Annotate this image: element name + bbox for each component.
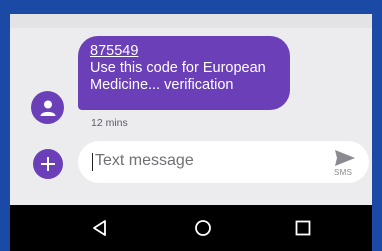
back-icon[interactable] <box>91 219 109 237</box>
message-input-placeholder: Text message <box>95 152 194 169</box>
message-bubble[interactable]: 875549 Use this code for European Medici… <box>78 36 290 110</box>
system-navigation-bar <box>10 205 372 251</box>
plus-icon <box>41 157 55 171</box>
sender-avatar[interactable] <box>31 91 64 124</box>
message-text-line-1: Use this code for European <box>90 60 266 76</box>
message-input[interactable]: Text message SMS <box>78 141 369 183</box>
message-text-line-2: Medicine... verification <box>90 77 234 93</box>
home-icon[interactable] <box>194 219 212 237</box>
top-strip <box>10 14 372 28</box>
send-icon <box>335 150 355 166</box>
text-cursor <box>92 153 93 171</box>
message-timestamp: 12 mins <box>91 117 128 129</box>
messages-screen: 875549 Use this code for European Medici… <box>10 14 372 251</box>
send-sms-button[interactable]: SMS <box>330 147 360 179</box>
verification-code-link[interactable]: 875549 <box>90 43 280 60</box>
recents-icon[interactable] <box>294 219 312 237</box>
add-attachment-button[interactable] <box>33 149 63 179</box>
person-icon <box>40 100 55 116</box>
send-sms-label: SMS <box>334 168 353 177</box>
